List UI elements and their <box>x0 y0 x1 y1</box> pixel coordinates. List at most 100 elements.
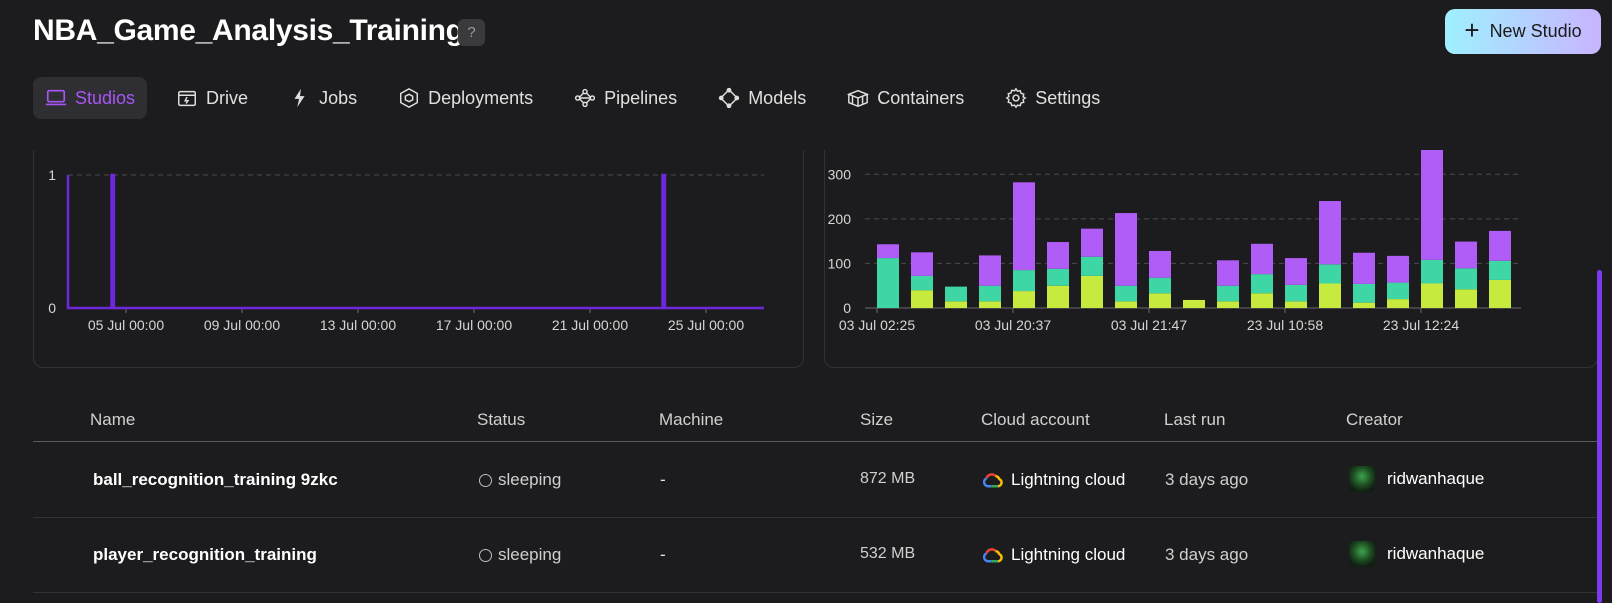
size-cell: 532 MB <box>860 545 916 562</box>
bar-segment <box>1489 260 1511 280</box>
bar-segment <box>1489 279 1511 308</box>
x-tick-label: 21 Jul 00:00 <box>552 317 628 333</box>
bar-segment <box>1047 285 1069 308</box>
bar-segment <box>1285 258 1307 285</box>
last-run-cell: 3 days ago <box>1165 470 1249 489</box>
bar-segment <box>1183 299 1205 308</box>
tab-label: Jobs <box>319 87 358 108</box>
bar-segment <box>911 275 933 291</box>
tab-studios[interactable]: Studios <box>33 77 148 119</box>
bar-segment <box>1251 243 1273 275</box>
bar-segment <box>1149 277 1171 294</box>
status-text: sleeping <box>498 545 562 564</box>
tab-bar: Studios Drive Jobs Deployments Pipelines… <box>33 77 1129 119</box>
google-cloud-icon <box>983 548 1003 563</box>
bar-segment <box>1251 274 1273 294</box>
bar-segment <box>1115 213 1137 286</box>
tab-label: Deployments <box>428 87 534 108</box>
tab-settings[interactable]: Settings <box>993 77 1112 119</box>
bar-segment <box>1285 301 1307 308</box>
last-run-cell: 3 days ago <box>1165 545 1249 564</box>
page-title: NBA_Game_Analysis_Training <box>33 14 464 47</box>
bar-segment <box>1353 302 1375 308</box>
bar-segment <box>1387 299 1409 308</box>
column-header-name[interactable]: Name <box>90 410 135 430</box>
bar-segment <box>1047 242 1069 269</box>
bar-segment <box>979 301 1001 308</box>
studio-name[interactable]: ball_recognition_training 9zkc <box>93 470 338 490</box>
bar-segment <box>1387 282 1409 300</box>
tab-containers[interactable]: Containers <box>835 77 976 119</box>
tab-jobs[interactable]: Jobs <box>277 77 369 119</box>
bar-segment <box>1319 264 1341 284</box>
cube-icon <box>400 87 419 109</box>
tab-deployments[interactable]: Deployments <box>386 77 545 119</box>
column-header-status[interactable]: Status <box>477 410 525 430</box>
status-cell: sleeping <box>479 545 561 565</box>
x-tick-label: 23 Jul 10:58 <box>1247 317 1323 333</box>
avatar <box>1349 466 1375 492</box>
tab-drive[interactable]: Drive <box>164 77 260 119</box>
status-text: sleeping <box>498 470 562 489</box>
bar-segment <box>1251 293 1273 308</box>
bar-segment <box>1217 285 1239 302</box>
bar-segment <box>911 252 933 276</box>
x-tick-label: 03 Jul 20:37 <box>975 317 1051 333</box>
avatar <box>1349 541 1375 567</box>
creator-name: ridwanhaque <box>1387 544 1485 563</box>
bar-segment <box>1115 285 1137 302</box>
bar-segment <box>1353 283 1375 303</box>
cloud-account-cell: Lightning cloud <box>983 470 1125 490</box>
bar-segment <box>1081 275 1103 308</box>
drive-icon <box>178 90 197 107</box>
tab-label: Studios <box>75 87 136 108</box>
usage-bar-chart-panel: 0 100 200 300 03 Jul 02:25 03 Jul 20:37 03 Jul… <box>824 150 1598 368</box>
y-tick-label: 100 <box>828 255 852 271</box>
size-cell: 872 MB <box>860 470 916 487</box>
new-studio-button[interactable]: + New Studio <box>1445 9 1601 54</box>
bar-segment <box>911 290 933 308</box>
tab-pipelines[interactable]: Pipelines <box>562 77 689 119</box>
model-icon <box>719 87 740 109</box>
column-header-size[interactable]: Size <box>860 410 893 430</box>
table-row[interactable]: ball_recognition_training 9zkc sleeping … <box>33 443 1598 518</box>
table-row[interactable]: player_recognition_training sleeping - 5… <box>33 518 1598 593</box>
column-header-creator[interactable]: Creator <box>1346 410 1403 430</box>
bar-segment <box>1455 289 1477 308</box>
tab-models[interactable]: Models <box>706 77 818 119</box>
lightning-icon <box>294 88 305 108</box>
bar-segment <box>1319 283 1341 308</box>
help-button[interactable]: ? <box>458 19 485 46</box>
bar-segment <box>1047 268 1069 286</box>
bar-segment <box>1081 228 1103 257</box>
studio-name[interactable]: player_recognition_training <box>93 545 317 565</box>
x-tick-label: 03 Jul 02:25 <box>839 317 915 333</box>
google-cloud-icon <box>983 473 1003 488</box>
column-header-cloud-account[interactable]: Cloud account <box>981 410 1090 430</box>
x-tick-label: 25 Jul 00:00 <box>668 317 744 333</box>
tab-label: Pipelines <box>604 87 678 108</box>
x-tick-label: 13 Jul 00:00 <box>320 317 396 333</box>
activity-line-chart: 0 1 05 Jul 00:00 09 Jul 00:00 13 Jul 00:00 17… <box>48 167 764 333</box>
scrollbar-thumb[interactable] <box>1597 270 1602 603</box>
cloud-account-cell: Lightning cloud <box>983 545 1125 565</box>
bar-segment <box>1421 150 1443 260</box>
bar-segment <box>1353 252 1375 284</box>
creator-cell[interactable]: ridwanhaque <box>1349 466 1484 492</box>
column-header-last-run[interactable]: Last run <box>1164 410 1225 430</box>
bar-segment <box>1013 182 1035 271</box>
bar-segment <box>1285 284 1307 302</box>
column-header-machine[interactable]: Machine <box>659 410 723 430</box>
activity-line-chart-panel: 0 1 05 Jul 00:00 09 Jul 00:00 13 Jul 00:00 17… <box>33 150 804 368</box>
bar-segment <box>1013 270 1035 292</box>
bar-segment <box>979 285 1001 302</box>
machine-cell: - <box>660 545 666 564</box>
bar-segment <box>877 258 899 308</box>
creator-cell[interactable]: ridwanhaque <box>1349 541 1484 567</box>
usage-bar-chart: 0 100 200 300 03 Jul 02:25 03 Jul 20:37 03 Jul… <box>828 150 1521 333</box>
bar-segment <box>1115 301 1137 308</box>
x-tick-label: 09 Jul 00:00 <box>204 317 280 333</box>
y-tick-label: 1 <box>48 167 56 183</box>
bar-segment <box>1455 241 1477 269</box>
bar-segment <box>1319 201 1341 265</box>
